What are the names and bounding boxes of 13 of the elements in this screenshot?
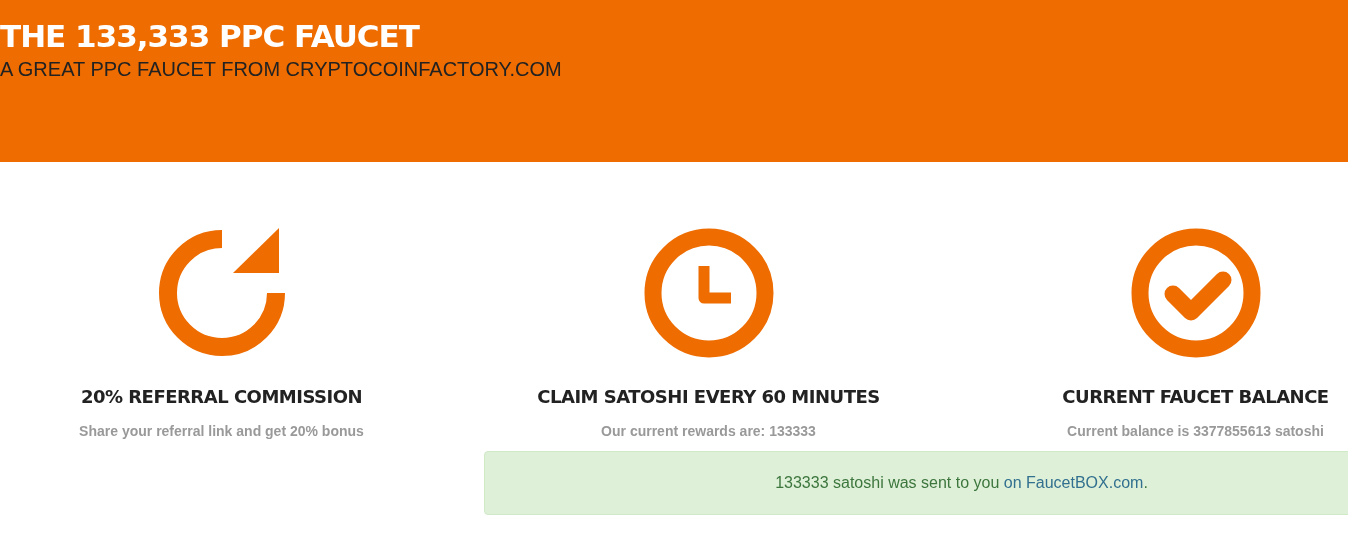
site-subtitle: A GREAT PPC FAUCET FROM CRYPTOCOINFACTORY.COM xyxy=(0,58,563,81)
faucetbox-link[interactable]: on FaucetBOX.com xyxy=(1003,474,1144,491)
clock-icon xyxy=(643,228,774,358)
feature-description: Our current rewards are: 133333 xyxy=(601,423,816,439)
feature-title: 20% REFERRAL COMMISSION xyxy=(80,386,363,407)
check-circle-icon xyxy=(1130,228,1261,358)
feature-description: Current balance is 3377855613 satoshi xyxy=(1067,423,1324,439)
feature-title: CLAIM SATOSHI EVERY 60 MINUTES xyxy=(537,386,880,407)
feature-description: Share your referral link and get 20% bonus xyxy=(79,423,364,439)
refresh-icon xyxy=(156,228,287,358)
site-title: THE 133,333 PPC FAUCET xyxy=(0,18,421,54)
success-message: 133333 satoshi was sent to you on FaucetBOX.com. xyxy=(775,474,1148,492)
feature-title: CURRENT FAUCET BALANCE xyxy=(1062,386,1329,407)
